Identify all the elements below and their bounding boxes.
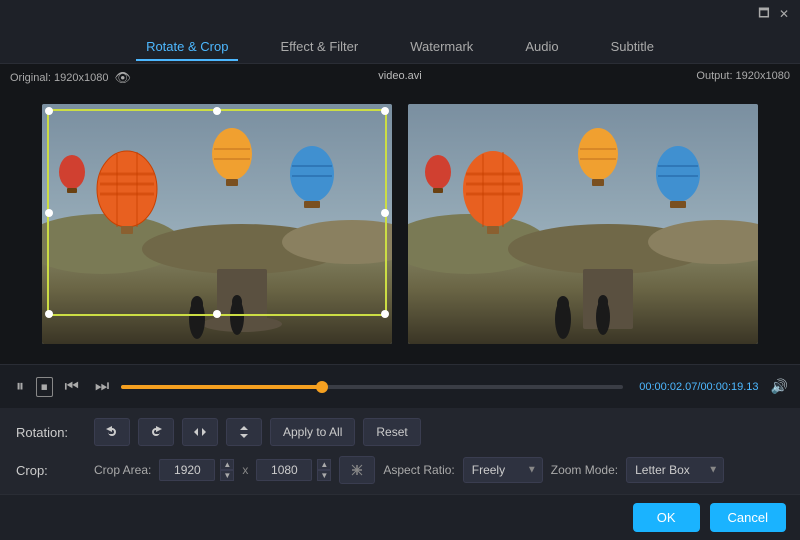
volume-icon[interactable]: 🔊 (771, 378, 788, 395)
crop-handle-tl[interactable] (45, 107, 53, 115)
crop-height-down[interactable]: ▼ (317, 470, 331, 481)
rotation-label: Rotation: (16, 425, 86, 440)
aspect-ratio-label: Aspect Ratio: (383, 463, 454, 477)
cancel-button[interactable]: Cancel (710, 503, 786, 532)
zoom-mode-label: Zoom Mode: (551, 463, 618, 477)
crop-handle-br[interactable] (381, 310, 389, 318)
crop-width-down[interactable]: ▼ (220, 470, 234, 481)
crop-width-input[interactable] (159, 459, 215, 481)
ok-button[interactable]: OK (633, 503, 700, 532)
rotation-row: Rotation: Apply to All Reset (16, 418, 784, 446)
tab-rotate-crop[interactable]: Rotate & Crop (136, 33, 238, 60)
close-button[interactable]: ✕ (776, 6, 792, 22)
zoom-mode-select[interactable]: Letter Box Pan & Scan Full (626, 457, 724, 483)
video-right-preview (408, 104, 758, 344)
original-resolution: Original: 1920x1080 👁 (10, 70, 131, 86)
aspect-ratio-select-wrap: Freely 16:9 4:3 1:1 9:16 ▼ (463, 457, 543, 483)
crop-width-spinner: ▲ ▼ (220, 459, 234, 481)
prev-frame-button[interactable]: ⏮ (61, 376, 83, 398)
crop-height-input[interactable] (256, 459, 312, 481)
crop-row: Crop: Crop Area: ▲ ▼ x ▲ ▼ (16, 456, 784, 484)
crop-handle-mr[interactable] (381, 209, 389, 217)
title-bar: 🗖 ✕ (0, 0, 800, 28)
tab-subtitle[interactable]: Subtitle (601, 33, 664, 60)
crop-handle-bm[interactable] (213, 310, 221, 318)
crop-height-spinner: ▲ ▼ (317, 459, 331, 481)
flip-vertical-button[interactable] (226, 418, 262, 446)
zoom-mode-select-wrap: Letter Box Pan & Scan Full ▼ (626, 457, 724, 483)
stop-button[interactable]: ⏹ (36, 377, 53, 397)
video-area: Original: 1920x1080 👁 video.avi Output: … (0, 64, 800, 364)
aspect-ratio-select[interactable]: Freely 16:9 4:3 1:1 9:16 (463, 457, 543, 483)
output-resolution: Output: 1920x1080 (696, 70, 790, 82)
crop-width-group: ▲ ▼ (159, 459, 234, 481)
time-display: 00:00:02.07/00:00:19.13 (639, 381, 758, 393)
crop-handle-bl[interactable] (45, 310, 53, 318)
videos-container (0, 64, 800, 364)
tab-effect-filter[interactable]: Effect & Filter (270, 33, 368, 60)
controls-panel: Rotation: Apply to All Reset Crop: Crop (0, 408, 800, 494)
tab-bar: Rotate & Crop Effect & Filter Watermark … (0, 28, 800, 64)
crop-area-label: Crop Area: (94, 463, 151, 477)
video-right-thumbnail (408, 104, 758, 344)
rotate-right-button[interactable] (138, 418, 174, 446)
multiply-symbol: x (242, 463, 248, 477)
reset-button[interactable]: Reset (363, 418, 420, 446)
crop-height-up[interactable]: ▲ (317, 459, 331, 470)
tab-watermark[interactable]: Watermark (400, 33, 483, 60)
video-left-thumbnail (42, 104, 392, 344)
video-filename: video.avi (378, 70, 421, 82)
crop-width-up[interactable]: ▲ (220, 459, 234, 470)
crop-overlay[interactable] (47, 109, 387, 316)
progress-fill (121, 385, 322, 389)
crop-handle-tm[interactable] (213, 107, 221, 115)
crop-reset-icon[interactable] (339, 456, 375, 484)
crop-handle-ml[interactable] (45, 209, 53, 217)
crop-handle-tr[interactable] (381, 107, 389, 115)
video-left-preview (42, 104, 392, 344)
rotate-left-button[interactable] (94, 418, 130, 446)
pause-button[interactable]: ⏸ (12, 376, 28, 398)
eye-icon[interactable]: 👁 (114, 70, 131, 86)
progress-thumb[interactable] (316, 381, 328, 393)
crop-label: Crop: (16, 463, 86, 478)
tab-audio[interactable]: Audio (515, 33, 568, 60)
footer: OK Cancel (0, 494, 800, 540)
progress-bar[interactable] (121, 385, 623, 389)
controls-bar: ⏸ ⏹ ⏮ ⏭ 00:00:02.07/00:00:19.13 🔊 (0, 364, 800, 408)
crop-height-group: ▲ ▼ (256, 459, 331, 481)
flip-horizontal-button[interactable] (182, 418, 218, 446)
apply-to-all-button[interactable]: Apply to All (270, 418, 355, 446)
restore-button[interactable]: 🗖 (756, 6, 772, 22)
next-frame-button[interactable]: ⏭ (91, 376, 113, 398)
